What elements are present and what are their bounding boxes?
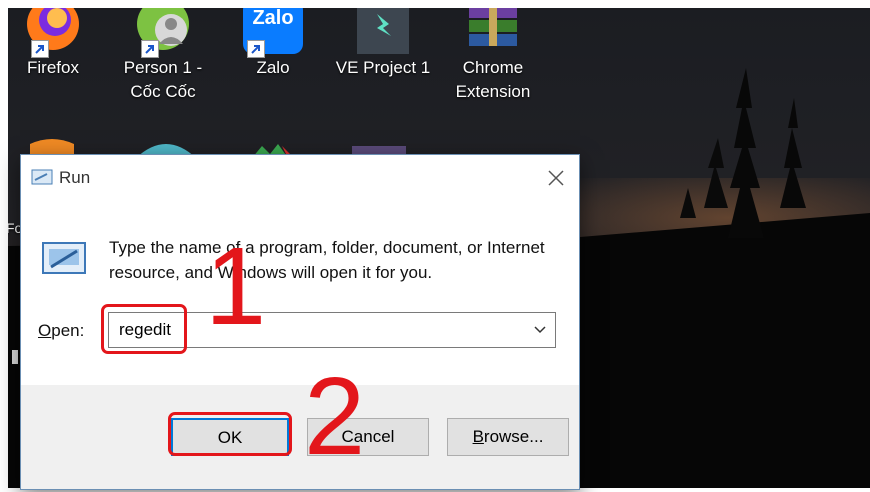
zalo-icon: Zalo — [241, 8, 305, 58]
icon-label-line2: Cốc Cốc — [130, 82, 196, 101]
winrar-icon — [465, 8, 521, 56]
chevron-down-icon[interactable] — [533, 323, 547, 342]
title-bar[interactable]: Run — [21, 155, 579, 201]
shortcut-arrow-icon — [141, 40, 159, 58]
icon-label-line2: Extension — [455, 82, 531, 101]
desktop-icon-zalo[interactable]: Zalo Zalo — [223, 8, 323, 80]
run-program-icon — [39, 239, 89, 284]
icon-label: VE Project 1 — [335, 58, 431, 77]
icon-label: Chrome — [462, 58, 524, 77]
run-icon — [31, 168, 53, 191]
desktop-icon-coccoc[interactable]: Person 1 - Cốc Cốc — [113, 8, 213, 104]
desktop-icon-ve-project[interactable]: VE Project 1 — [333, 8, 433, 80]
browse-button[interactable]: Browse... — [447, 418, 569, 456]
step-number-2: 2 — [304, 355, 366, 478]
desktop-icon-firefox[interactable]: Firefox — [8, 8, 103, 80]
partial-icon-edge — [12, 350, 18, 364]
shortcut-arrow-icon — [247, 40, 265, 58]
close-icon[interactable] — [545, 167, 567, 189]
icon-label: Zalo — [256, 58, 290, 77]
zalo-logo-text: Zalo — [252, 8, 294, 29]
dialog-description: Type the name of a program, folder, docu… — [109, 238, 545, 282]
shortcut-arrow-icon — [31, 40, 49, 58]
icon-label: Person 1 - — [123, 58, 203, 77]
desktop-icon-chrome-extension[interactable]: Chrome Extension — [443, 8, 543, 104]
step-number-1: 1 — [205, 225, 267, 348]
dialog-title: Run — [59, 168, 91, 187]
dialog-footer: OK Cancel Browse... — [21, 385, 579, 489]
firefox-icon — [25, 8, 81, 58]
open-label: Open: — [38, 321, 85, 340]
annotation-box-ok — [168, 412, 292, 456]
annotation-box-input — [101, 304, 187, 354]
coccoc-icon — [135, 8, 191, 58]
filmora-icon — [355, 8, 411, 56]
icon-label: Firefox — [27, 58, 79, 77]
